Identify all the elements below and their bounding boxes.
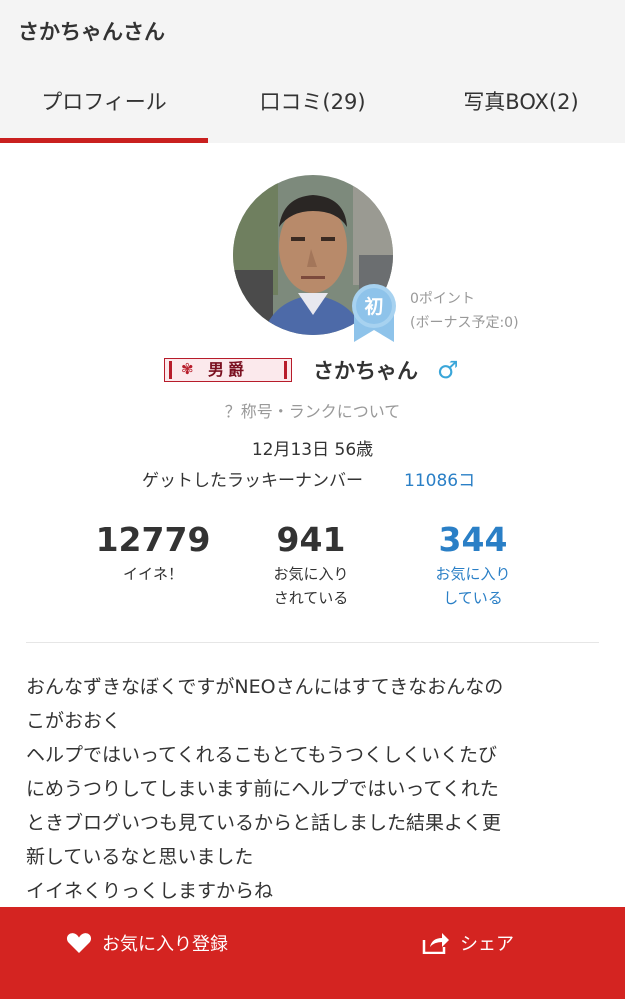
bio-line: ときブログいつも見ているからと話しました結果よく更	[26, 812, 502, 834]
tab-reviews[interactable]: 口コミ(29)	[208, 74, 417, 143]
share-icon	[422, 933, 449, 954]
share-button[interactable]: シェア	[422, 907, 514, 979]
stat-likes-label: イイネ！	[122, 565, 183, 583]
bonus-points: (ボーナス予定:0)	[410, 315, 519, 331]
title-badge: ✾ 男爵	[164, 358, 292, 382]
section-divider	[26, 642, 599, 643]
stat-favorited-by-label-2: されている	[273, 589, 349, 607]
stat-likes-value: 12779	[95, 520, 211, 559]
heart-icon	[66, 933, 92, 953]
gender-male-icon: ♂	[437, 356, 459, 384]
rank-badge-icon: 初	[352, 284, 396, 342]
page-title: さかちゃんさん	[18, 20, 165, 44]
favorite-button[interactable]: お気に入り登録	[66, 907, 228, 979]
stat-favorited-by: 941 お気に入り されている	[250, 520, 372, 610]
stat-favoriting-label-1[interactable]: お気に入り	[412, 562, 534, 586]
bio-line: おんなずきなぼくですがNEOさんにはすてきなおんなの	[26, 676, 504, 698]
page-header: さかちゃんさん プロフィール 口コミ(29) 写真BOX(2)	[0, 0, 625, 143]
stat-likes: 12779 イイネ！	[90, 520, 216, 586]
title-badge-label: 男爵	[207, 360, 248, 379]
points-value: 0ポイント	[410, 291, 475, 307]
profile-bio: おんなずきなぼくですがNEOさんにはすてきなおんなの こがおおく ヘルプではいっ…	[26, 670, 596, 908]
tab-photo-box[interactable]: 写真BOX(2)	[417, 74, 625, 143]
birthday-age: 12月13日 56歳	[251, 440, 374, 460]
share-button-label[interactable]: シェア	[460, 930, 514, 956]
username: さかちゃん	[313, 359, 418, 383]
stat-favoriting-label-2[interactable]: している	[412, 586, 534, 610]
tab-bar: プロフィール 口コミ(29) 写真BOX(2)	[0, 74, 625, 143]
rank-badge-label: 初	[364, 295, 383, 318]
stat-favoriting-value[interactable]: 344	[412, 520, 534, 560]
lucky-number-label: ゲットしたラッキーナンバー	[142, 471, 363, 491]
bio-line: 新しているなと思いました	[26, 846, 254, 868]
bio-line: にめうつりしてしまいます前にヘルプではいってくれた	[26, 778, 499, 800]
bio-line: こがおおく	[26, 710, 122, 732]
stat-favorited-by-label-1: お気に入り	[273, 565, 349, 583]
favorite-button-label[interactable]: お気に入り登録	[102, 930, 228, 956]
lucky-number-value[interactable]: 11086コ	[404, 466, 475, 491]
tab-profile[interactable]: プロフィール	[0, 74, 208, 143]
stat-favorited-by-value: 941	[276, 520, 346, 559]
bio-line: イイネくりっくしますからね	[26, 880, 274, 902]
bio-line: ヘルプではいってくれるこもとてもうつくしくいくたび	[26, 744, 498, 766]
bottom-action-bar: お気に入り登録 シェア	[0, 907, 625, 999]
active-tab-indicator	[0, 138, 208, 143]
points-info: 0ポイント (ボーナス予定:0)	[410, 287, 519, 335]
stat-favoriting[interactable]: 344 お気に入り している	[412, 520, 534, 610]
rank-info-link[interactable]: ？称号・ランクについて	[0, 398, 625, 422]
